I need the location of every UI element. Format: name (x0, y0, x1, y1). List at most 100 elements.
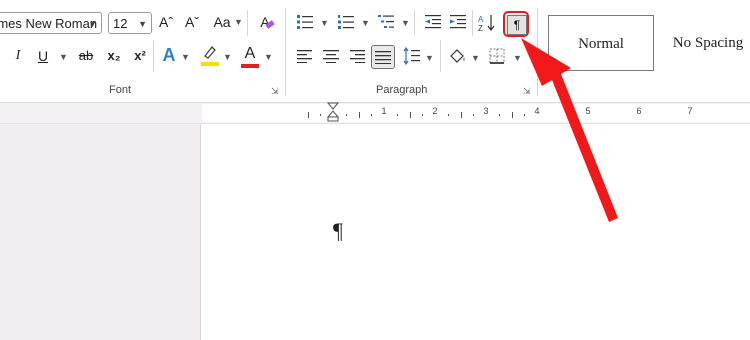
strikethrough-icon: ab (78, 48, 94, 63)
ruler-tick (371, 114, 373, 116)
line-spacing-icon (403, 46, 420, 66)
ruler-tick (358, 112, 360, 118)
align-center-icon (323, 50, 339, 64)
increase-indent-icon (450, 15, 466, 29)
document-page[interactable] (201, 124, 750, 340)
bullet-list-icon (297, 15, 313, 29)
ruler-tick (498, 114, 500, 116)
font-color-bar (241, 64, 259, 68)
chevron-down-icon[interactable]: ▼ (181, 52, 190, 62)
ruler-tick (320, 114, 322, 116)
document-margin-area (0, 124, 201, 340)
text-effects-button[interactable]: A (160, 45, 178, 65)
svg-text:A: A (478, 15, 484, 24)
align-left-button[interactable] (297, 49, 315, 65)
ruler-number: 3 (483, 106, 489, 116)
font-color-button[interactable]: A (241, 44, 259, 68)
multilevel-list-button[interactable] (377, 14, 397, 32)
italic-button[interactable]: I (11, 46, 25, 66)
font-color-icon: A (244, 45, 256, 62)
sort-az-icon: A Z (478, 15, 495, 33)
highlight-color-button[interactable] (201, 44, 219, 68)
divider (414, 10, 415, 36)
ruler-tick (422, 114, 424, 116)
chevron-down-icon[interactable]: ▼ (234, 17, 243, 27)
justify-button[interactable] (371, 45, 395, 69)
chevron-down-icon: ▼ (138, 19, 147, 29)
ruler-number: 2 (432, 106, 438, 116)
ruler-number: 6 (636, 106, 642, 116)
superscript-button[interactable]: x² (130, 46, 150, 66)
style-no-spacing[interactable]: No Spacing (656, 15, 750, 71)
underline-icon: U (37, 48, 49, 64)
line-spacing-button[interactable] (403, 46, 421, 67)
text-effects-icon: A (162, 45, 176, 65)
multilevel-list-icon (378, 15, 394, 28)
paint-bucket-icon (450, 49, 465, 63)
grow-font-button[interactable]: Aˆ (157, 12, 175, 32)
chevron-down-icon[interactable]: ▼ (471, 53, 480, 63)
superscript-icon: x² (134, 48, 146, 63)
chevron-down-icon[interactable]: ▼ (425, 53, 434, 63)
ruler-tick (447, 114, 449, 116)
align-right-icon (350, 50, 365, 64)
change-case-button[interactable]: Aa (211, 12, 233, 32)
strikethrough-button[interactable]: ab (76, 46, 96, 66)
divider (472, 10, 473, 36)
change-case-icon: Aa (213, 14, 231, 30)
clear-formatting-button[interactable]: A (255, 12, 275, 32)
chevron-down-icon[interactable]: ▼ (264, 52, 273, 62)
shading-button[interactable] (448, 46, 468, 66)
chevron-down-icon[interactable]: ▼ (361, 18, 370, 28)
font-dialog-launcher-icon[interactable]: ⇲ (271, 86, 279, 97)
ruler-tick (307, 112, 309, 118)
chevron-down-icon[interactable]: ▼ (59, 52, 68, 62)
ruler-tick (345, 114, 347, 116)
font-name-dropdown[interactable]: Times New Roman ▼ (0, 12, 102, 34)
align-center-button[interactable] (323, 49, 341, 65)
ribbon: Times New Roman ▼ 12 ▼ Aˆ Aˇ Aa ▼ A I U … (0, 0, 750, 103)
ruler-number: 7 (687, 106, 693, 116)
numbered-list-icon (338, 15, 354, 29)
font-size-dropdown[interactable]: 12 ▼ (108, 12, 152, 34)
subscript-button[interactable]: x₂ (104, 46, 124, 66)
shrink-font-button[interactable]: Aˇ (183, 12, 201, 32)
divider (440, 40, 441, 72)
highlighter-icon (204, 46, 216, 59)
increase-indent-button[interactable] (449, 14, 469, 32)
ruler-number: 1 (381, 106, 387, 116)
style-no-spacing-label: No Spacing (672, 35, 744, 51)
shrink-font-icon: Aˇ (185, 14, 199, 30)
divider (153, 40, 154, 72)
font-name-value: Times New Roman (0, 16, 98, 31)
chevron-down-icon[interactable]: ▼ (320, 18, 329, 28)
paragraph-group-label: Paragraph (376, 84, 428, 96)
svg-text:Z: Z (478, 24, 483, 33)
ruler-tick (473, 114, 475, 116)
decrease-indent-button[interactable] (424, 14, 444, 32)
grow-font-icon: Aˆ (159, 14, 173, 30)
group-separator (285, 8, 286, 96)
font-group-label: Font (109, 84, 132, 96)
justify-icon (375, 51, 391, 64)
highlight-color-bar (201, 62, 219, 66)
sort-button[interactable]: A Z (477, 13, 497, 33)
align-right-button[interactable] (349, 49, 367, 65)
ruler-tick (460, 112, 462, 118)
indent-marker-icon[interactable] (326, 102, 340, 122)
chevron-down-icon[interactable]: ▼ (223, 52, 232, 62)
ruler-text-area: 1234567 (202, 104, 750, 122)
italic-icon: I (15, 48, 21, 63)
align-left-icon (297, 50, 312, 64)
numbering-button[interactable] (337, 14, 357, 32)
annotation-arrow-icon (521, 38, 618, 222)
decrease-indent-icon (425, 15, 441, 29)
borders-icon (489, 48, 505, 64)
chevron-down-icon[interactable]: ▼ (401, 18, 410, 28)
chevron-down-icon: ▼ (88, 19, 97, 29)
bullets-button[interactable] (296, 14, 316, 32)
divider (247, 10, 248, 36)
ruler-tick (396, 114, 398, 116)
underline-button[interactable]: U (36, 46, 50, 66)
font-size-value: 12 (113, 16, 128, 31)
